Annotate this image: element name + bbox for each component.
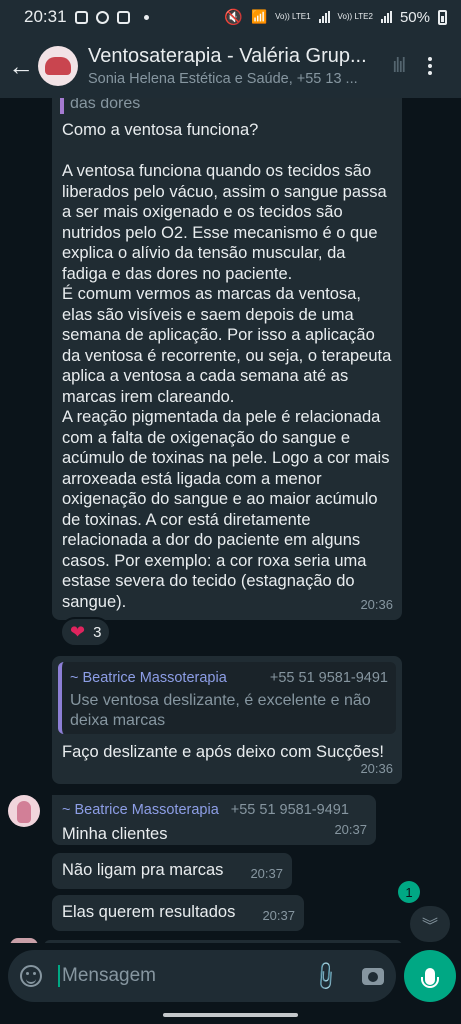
text-caret [58, 965, 60, 987]
message-time: 20:37 [250, 865, 283, 881]
message-time: 20:36 [360, 596, 393, 612]
message-text: Como a ventosa funciona? A ventosa funci… [62, 121, 392, 611]
message-text: Faço deslizante e após deixo com Sucções… [62, 743, 384, 761]
quote-text: Use ventosa deslizante, é excelente e nã… [70, 691, 371, 729]
wifi-icon: 📶 [250, 9, 268, 24]
microphone-icon [421, 967, 439, 988]
unread-count-badge: 1 [398, 881, 420, 903]
gallery-notification-icon [74, 10, 88, 24]
reaction-count: 3 [93, 623, 102, 641]
chat-header: ← Ventosaterapia - Valéria Grup... Sonia… [0, 34, 461, 98]
instagram-notification-icon [116, 10, 130, 24]
group-title: Ventosaterapia - Valéria Grup... [88, 45, 367, 67]
mic-button[interactable] [404, 950, 456, 1002]
status-time: 20:31 [24, 7, 67, 26]
sender-avatar[interactable] [8, 795, 40, 827]
message-bubble-article[interactable]: das dores Como a ventosa funciona? A ven… [52, 98, 402, 620]
quoted-message[interactable]: ~ Beatrice Massoterapia +55 51 9581-9491… [58, 662, 396, 734]
heart-reaction-icon: ❤ [70, 621, 86, 642]
message-text: Minha clientes [62, 824, 168, 843]
message-time: 20:37 [334, 821, 367, 837]
signal-2-icon [380, 11, 392, 23]
reaction-pill[interactable]: ❤ 3 [60, 617, 112, 647]
message-time: 20:37 [262, 907, 295, 923]
message-bubble[interactable]: Não ligam pra marcas 20:37 [52, 853, 292, 889]
mute-icon: 🔇 [224, 9, 243, 26]
composer: Mensagem 📎 [0, 943, 461, 1009]
navigation-handle[interactable] [163, 1013, 298, 1017]
sender-phone: +55 51 9581-9491 [230, 802, 349, 818]
quote-sender-phone: +55 51 9581-9491 [269, 670, 388, 686]
message-bubble[interactable]: Elas querem resultados 20:37 [52, 895, 304, 931]
message-list[interactable]: das dores Como a ventosa funciona? A ven… [0, 98, 461, 943]
network-1-label: Vo)) LTE1 [275, 12, 311, 21]
message-text: Elas querem resultados [62, 903, 236, 921]
quoted-message[interactable]: das dores [60, 98, 392, 114]
message-bubble[interactable]: ~ Beatrice Massoterapia +55 51 9581-9491… [52, 795, 376, 845]
battery-level: 50% [399, 8, 430, 26]
scroll-down-icon[interactable]: ︾ [410, 906, 450, 942]
arrow-left-icon[interactable]: ← [4, 51, 38, 82]
network-2-label: Vo)) LTE2 [337, 12, 373, 21]
more-options-icon[interactable] [428, 57, 432, 75]
b-notification-icon [95, 10, 109, 24]
camera-icon[interactable] [362, 967, 384, 985]
quote-sender-name: ~ Beatrice Massoterapia [70, 670, 227, 686]
signal-1-icon [318, 11, 330, 23]
message-time: 20:36 [360, 760, 393, 776]
battery-icon [438, 9, 447, 25]
message-bubble-reply[interactable]: ~ Beatrice Massoterapia +55 51 9581-9491… [52, 656, 402, 784]
status-bar: 20:31 🔇 📶 Vo)) LTE1 Vo)) LTE2 50% [0, 0, 461, 34]
attach-icon[interactable]: 📎 [308, 958, 343, 993]
group-members: Sonia Helena Estética e Saúde, +55 13 ..… [88, 71, 358, 87]
emoji-icon[interactable] [20, 965, 42, 987]
more-notifications-icon [143, 14, 149, 20]
group-avatar[interactable] [38, 46, 78, 86]
message-text: Não ligam pra marcas [62, 861, 224, 879]
message-placeholder: Mensagem [62, 965, 156, 986]
voice-call-icon[interactable]: ılıl [392, 55, 406, 78]
message-input[interactable]: Mensagem 📎 [8, 950, 396, 1002]
chat-info[interactable]: Ventosaterapia - Valéria Grup... Sonia H… [88, 45, 378, 87]
sender-name[interactable]: ~ Beatrice Massoterapia [62, 800, 219, 821]
